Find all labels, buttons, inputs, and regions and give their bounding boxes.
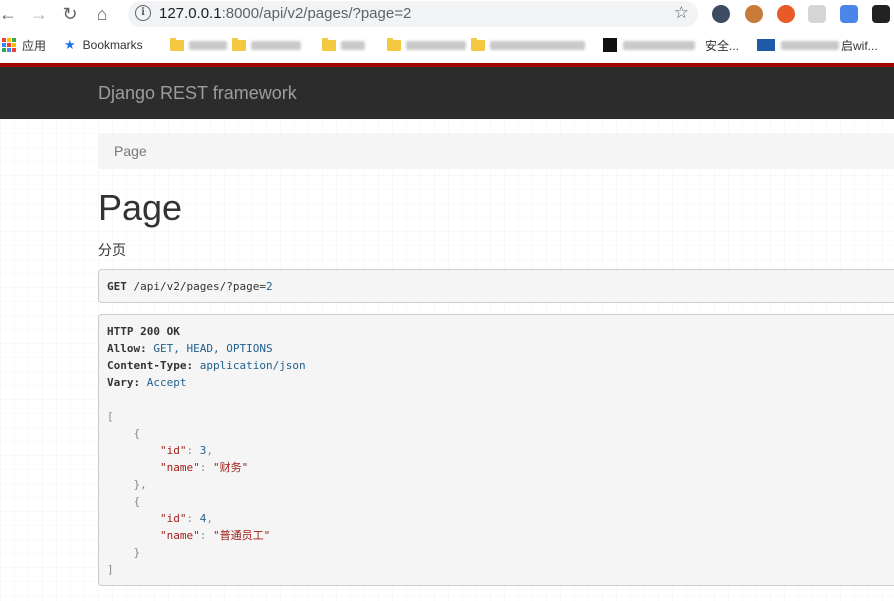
folder-icon [322,37,336,51]
page-content: Page Page 分页 GET /api/v2/pages/?page=2 H… [0,119,894,601]
bookmark-link-2[interactable]: 启wif... [757,37,878,53]
site-favicon [603,38,617,52]
bookmark-folder-2[interactable] [232,37,301,53]
header-name: Vary: [107,376,141,389]
url-text[interactable]: 127.0.0.1:8000/api/v2/pages/?page=2 [159,5,411,22]
extension-2-icon[interactable] [745,5,763,23]
apps-label: 应用 [22,38,47,53]
header-value: Accept [146,376,187,389]
bookmark-folder-3[interactable] [322,37,365,53]
breadcrumb: Page [98,133,894,169]
star-icon: ★ [64,37,76,52]
page-title: Page [98,187,183,228]
bookmarks-shortcut[interactable]: ★ Bookmarks [64,37,143,53]
apps-shortcut[interactable]: 应用 [2,37,46,53]
bookmarks-bar: 应用 ★ Bookmarks 安全... 启wif... [0,29,894,61]
forward-icon[interactable]: → [27,2,51,26]
extension-6-icon[interactable] [872,5,890,23]
apps-grid-icon [2,38,16,52]
bookmark-link-1[interactable]: 安全... [603,37,739,53]
extension-1-icon[interactable] [712,5,730,23]
folder-icon [232,37,246,51]
request-info: GET /api/v2/pages/?page=2 [98,269,894,303]
navbar-brand[interactable]: Django REST framework [98,83,297,104]
json-close-bracket: ] [107,563,114,576]
site-favicon [757,39,775,51]
folder-icon [170,37,184,51]
site-info-icon[interactable]: i [135,5,151,21]
json-value: "财务" [212,461,249,474]
bookmark-folder-4[interactable] [387,37,466,53]
json-value: "普通员工" [212,529,271,542]
reload-icon[interactable]: ↻ [58,2,82,26]
address-bar[interactable]: i 127.0.0.1:8000/api/v2/pages/?page=2 ☆ [128,1,698,27]
header-name: Content-Type: [107,359,194,372]
translate-icon[interactable] [840,5,858,23]
json-key: "name" [159,529,200,542]
breadcrumb-current: Page [114,143,147,159]
folder-icon [387,37,401,51]
bookmark-label-partial-1: 安全... [705,38,740,53]
request-method: GET [107,280,127,293]
request-path: /api/v2/pages/?page= [133,280,266,293]
header-value: GET, HEAD, OPTIONS [153,342,273,355]
bookmark-folder-1[interactable] [170,37,227,53]
back-icon[interactable]: ← [0,2,20,26]
navbar: Django REST framework [0,67,894,119]
response-info: HTTP 200 OK Allow: GET, HEAD, OPTIONS Co… [98,314,894,586]
bookmark-label-partial-2: 启wif... [841,38,878,53]
header-value: application/json [199,359,306,372]
header-name: Allow: [107,342,147,355]
browser-toolbar: ← → ↻ ⌂ i 127.0.0.1:8000/api/v2/pages/?p… [0,0,894,29]
json-open-bracket: [ [107,410,114,423]
json-close-brace: } [107,546,141,559]
json-open-brace: { [107,495,141,508]
page-description: 分页 [98,242,126,258]
extension-3-icon[interactable] [777,5,795,23]
bookmark-folder-5[interactable] [471,37,585,53]
json-key: "id" [159,512,187,525]
home-icon[interactable]: ⌂ [90,2,114,26]
json-key: "name" [159,461,200,474]
extension-4-icon[interactable] [808,5,826,23]
bookmarks-label: Bookmarks [82,38,143,52]
response-status: HTTP 200 OK [107,325,180,338]
json-open-brace: { [107,427,141,440]
request-page-value: 2 [265,280,273,293]
folder-icon [471,37,485,51]
json-key: "id" [159,444,187,457]
bookmark-star-icon[interactable]: ☆ [674,3,689,23]
json-close-brace: }, [107,478,147,491]
